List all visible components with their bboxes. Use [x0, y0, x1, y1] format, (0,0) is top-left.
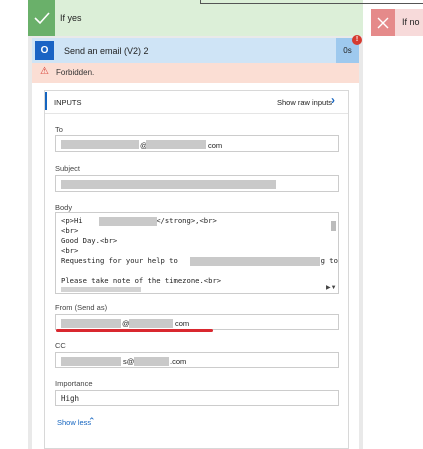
show-less-link[interactable]: Show less: [57, 418, 91, 427]
error-icon: !: [352, 35, 362, 45]
redacted-text: [61, 357, 121, 366]
subject-label: Subject: [55, 164, 81, 173]
subject-field: [55, 175, 339, 192]
from-field: @ com: [55, 314, 339, 330]
if-no-label: If no: [402, 17, 420, 27]
to-label: To: [55, 125, 63, 134]
redacted-text: [129, 319, 173, 328]
cc-field: s@ .com: [55, 352, 339, 368]
connector-line: [200, 0, 423, 4]
redacted-text: [134, 357, 169, 366]
outlook-icon: O: [35, 41, 54, 60]
inputs-title: INPUTS: [54, 98, 82, 107]
body-label: Body: [55, 203, 73, 212]
highlight-underline: [56, 329, 213, 332]
chevron-up-icon[interactable]: ⌃: [88, 416, 96, 427]
show-raw-inputs-link[interactable]: Show raw inputs: [277, 98, 332, 107]
importance-label: Importance: [55, 379, 93, 388]
redacted-text: [190, 257, 320, 266]
redacted-text: [146, 140, 206, 149]
cc-label: CC: [55, 341, 66, 350]
close-icon: [371, 9, 395, 36]
scrollbar-thumb[interactable]: [331, 221, 336, 231]
redacted-text: [61, 319, 121, 328]
redacted-text: [99, 217, 157, 226]
inputs-accent: [45, 92, 47, 110]
chevron-right-icon[interactable]: ›: [331, 93, 335, 107]
warning-icon: ⚠: [40, 66, 49, 77]
action-title: Send an email (V2) 2: [64, 46, 149, 56]
scroll-arrows-icon[interactable]: ▶▼: [326, 284, 337, 291]
body-field: <p>Hi Team</strong>,<br> <br> Good Day.<…: [55, 212, 339, 294]
check-icon: [28, 0, 55, 36]
if-yes-label: If yes: [60, 13, 82, 23]
from-label: From (Send as): [55, 303, 108, 312]
to-field: @ com: [55, 135, 339, 152]
redacted-text: [61, 287, 141, 292]
importance-field: High: [55, 390, 339, 406]
redacted-text: [61, 140, 139, 149]
error-message: Forbidden.: [56, 68, 95, 77]
redacted-text: [61, 180, 276, 189]
